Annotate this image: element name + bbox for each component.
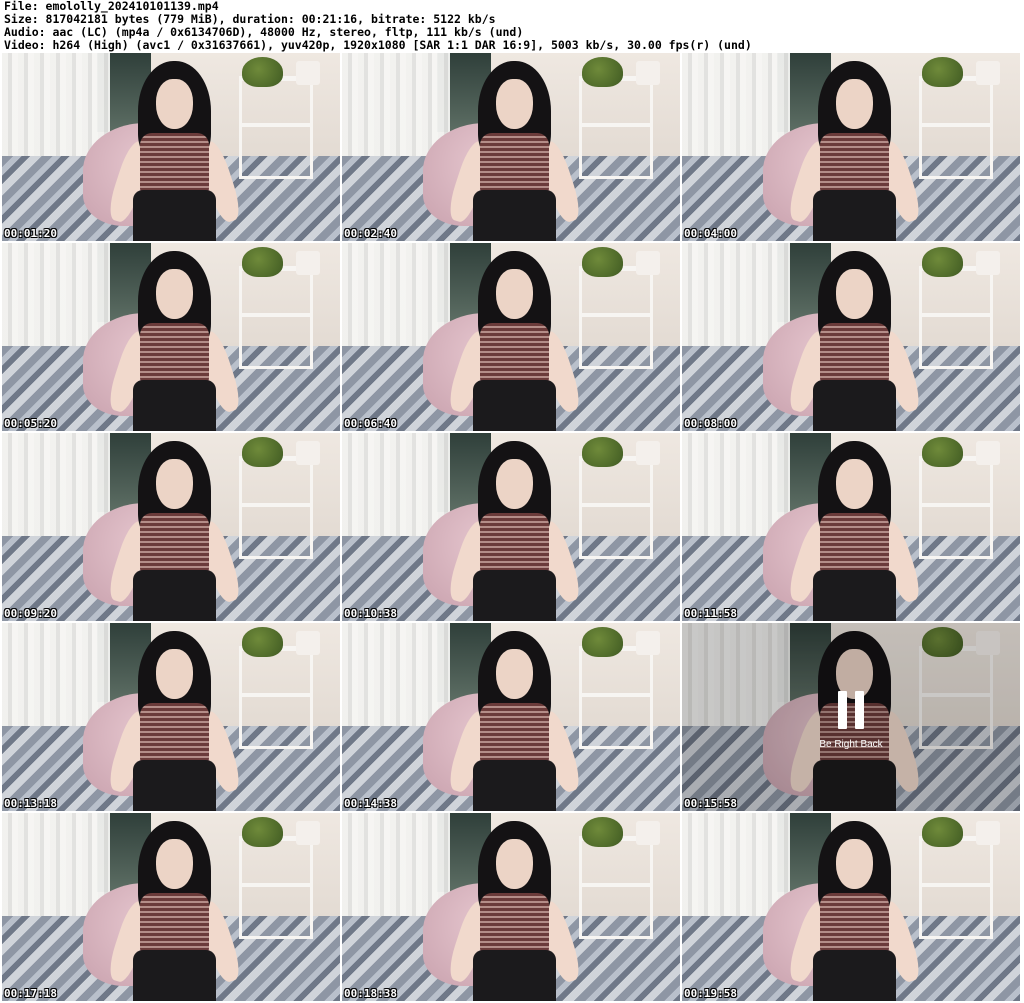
- thumbnail-timestamp: 00:18:38: [344, 987, 397, 1000]
- overlay-text: Be Right Back: [819, 739, 883, 750]
- video-thumbnail: 00:02:40: [342, 53, 680, 241]
- be-right-back-overlay: Be Right Back: [818, 669, 884, 759]
- thumbnail-timestamp: 00:04:00: [684, 227, 737, 240]
- video-thumbnail: 00:13:18: [2, 623, 340, 811]
- thumbnail-image: [2, 53, 340, 241]
- thumbnail-timestamp: 00:06:40: [344, 417, 397, 430]
- thumbnail-image: [682, 433, 1020, 621]
- video-thumbnail: 00:18:38: [342, 813, 680, 1001]
- thumbnail-timestamp: 00:08:00: [684, 417, 737, 430]
- thumbnail-image: [2, 623, 340, 811]
- video-thumbnail: 00:04:00: [682, 53, 1020, 241]
- file-name-line: File: emololly_202410101139.mp4: [4, 0, 219, 13]
- thumbnail-timestamp: 00:15:58: [684, 797, 737, 810]
- thumbnail-timestamp: 00:09:20: [4, 607, 57, 620]
- video-thumbnail: 00:09:20: [2, 433, 340, 621]
- thumbnail-image: [342, 53, 680, 241]
- video-thumbnail: 00:11:58: [682, 433, 1020, 621]
- pause-icon: [838, 691, 864, 729]
- video-thumbnail: 00:08:00: [682, 243, 1020, 431]
- thumbnail-timestamp: 00:11:58: [684, 607, 737, 620]
- thumbnail-image: [342, 623, 680, 811]
- thumbnail-image: [682, 243, 1020, 431]
- video-thumbnail: 00:14:38: [342, 623, 680, 811]
- file-size-line: Size: 817042181 bytes (779 MiB), duratio…: [4, 13, 496, 26]
- thumbnail-grid: 00:01:20 00:02:40 00:04:00 00:05:20 00:06:40…: [2, 53, 1020, 1001]
- video-thumbnail: 00:06:40: [342, 243, 680, 431]
- thumbnail-timestamp: 00:13:18: [4, 797, 57, 810]
- file-info-header: File: emololly_202410101139.mp4 Size: 81…: [4, 0, 1020, 52]
- thumbnail-image: [682, 53, 1020, 241]
- thumbnail-image: [342, 813, 680, 1001]
- video-thumbnail: Be Right Back 00:15:58: [682, 623, 1020, 811]
- thumbnail-image: [682, 813, 1020, 1001]
- thumbnail-timestamp: 00:05:20: [4, 417, 57, 430]
- audio-info-line: Audio: aac (LC) (mp4a / 0x6134706D), 480…: [4, 26, 524, 39]
- video-thumbnail: 00:01:20: [2, 53, 340, 241]
- video-thumbnail: 00:19:58: [682, 813, 1020, 1001]
- thumbnail-image: [342, 433, 680, 621]
- video-thumbnail: 00:17:18: [2, 813, 340, 1001]
- thumbnail-image: [2, 433, 340, 621]
- video-thumbnail: 00:10:38: [342, 433, 680, 621]
- thumbnail-timestamp: 00:19:58: [684, 987, 737, 1000]
- thumbnail-timestamp: 00:10:38: [344, 607, 397, 620]
- thumbnail-timestamp: 00:14:38: [344, 797, 397, 810]
- thumbnail-timestamp: 00:17:18: [4, 987, 57, 1000]
- thumbnail-timestamp: 00:02:40: [344, 227, 397, 240]
- video-info-line: Video: h264 (High) (avc1 / 0x31637661), …: [4, 39, 752, 52]
- thumbnail-timestamp: 00:01:20: [4, 227, 57, 240]
- video-thumbnail: 00:05:20: [2, 243, 340, 431]
- thumbnail-image: [342, 243, 680, 431]
- thumbnail-image: [2, 243, 340, 431]
- thumbnail-image: [2, 813, 340, 1001]
